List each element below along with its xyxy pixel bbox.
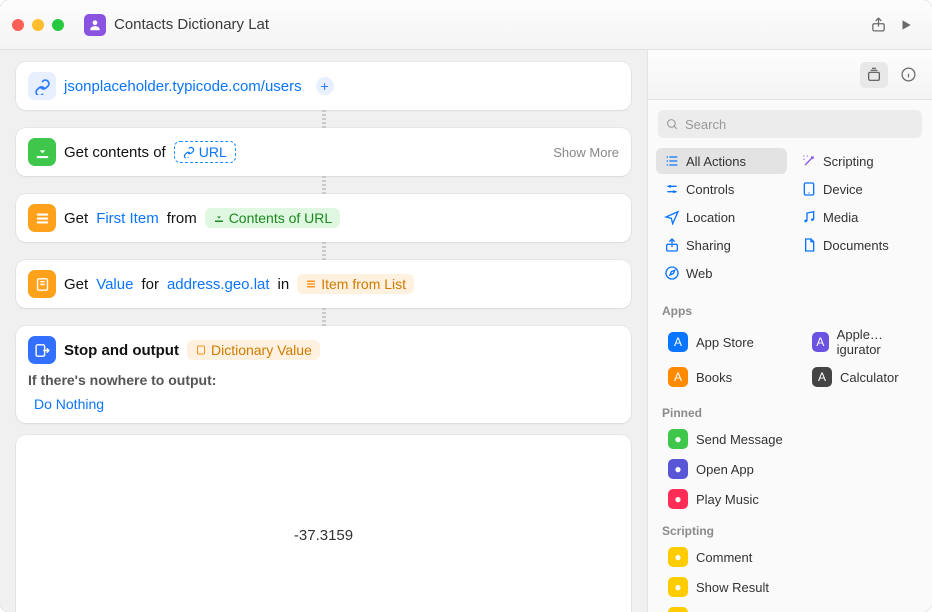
sidebar-toolbar [648, 50, 932, 100]
for-label: for [141, 276, 159, 293]
fallback-label: If there's nowhere to output: [28, 372, 619, 388]
category-documents[interactable]: Documents [793, 232, 924, 258]
app-books[interactable]: ABooks [654, 362, 782, 392]
app-icon: A [812, 332, 829, 352]
sliders-icon [664, 181, 680, 197]
action-icon: ● [668, 607, 688, 612]
get-contents-label: Get contents of [64, 144, 166, 161]
get-item-action[interactable]: Get First Item from Contents of URL [16, 194, 631, 242]
scripting-header: Scripting [648, 514, 932, 542]
app-app-store[interactable]: AApp Store [654, 322, 782, 362]
window-title: Contacts Dictionary Lat [114, 16, 269, 33]
action-icon: ● [668, 429, 688, 449]
get-label: Get [64, 210, 88, 227]
note-icon [801, 209, 817, 225]
run-button[interactable] [892, 12, 920, 38]
info-button[interactable] [894, 62, 922, 88]
action-icon: ● [668, 489, 688, 509]
download-icon [28, 138, 56, 166]
value-label[interactable]: Value [96, 276, 133, 293]
output-icon [28, 336, 56, 364]
traffic-lights [12, 19, 64, 31]
category-device[interactable]: Device [793, 176, 924, 202]
action-play-music[interactable]: ●Play Music [654, 484, 926, 514]
app-apple-igurator[interactable]: AApple…igurator [798, 322, 926, 362]
app-icon: A [668, 367, 688, 387]
dictionary-icon [28, 270, 56, 298]
category-media[interactable]: Media [793, 204, 924, 230]
add-url-button[interactable]: + [316, 77, 334, 95]
output-result: -37.3159 [16, 435, 631, 612]
nav-icon [664, 209, 680, 225]
action-comment[interactable]: ●Comment [654, 542, 926, 572]
app-icon: A [668, 332, 688, 352]
category-web[interactable]: Web [656, 260, 787, 286]
action-icon: ● [668, 547, 688, 567]
maximize-button[interactable] [52, 19, 64, 31]
app-icon: A [812, 367, 832, 387]
action-show-result[interactable]: ●Show Result [654, 572, 926, 602]
titlebar: Contacts Dictionary Lat [0, 0, 932, 50]
safari-icon [664, 265, 680, 281]
url-value[interactable]: jsonplaceholder.typicode.com/users [64, 78, 302, 95]
category-grid: All ActionsScriptingControlsDeviceLocati… [648, 144, 932, 294]
minimize-button[interactable] [32, 19, 44, 31]
action-show-alert[interactable]: ●Show Alert [654, 602, 926, 612]
action-icon: ● [668, 459, 688, 479]
category-controls[interactable]: Controls [656, 176, 787, 202]
window: Contacts Dictionary Lat jsonplaceholder.… [0, 0, 932, 612]
stop-output-action[interactable]: Stop and output Dictionary Value If ther… [16, 326, 631, 423]
output-value: -37.3159 [294, 527, 353, 544]
app-calculator[interactable]: ACalculator [798, 362, 926, 392]
get-contents-action[interactable]: Get contents of URL Show More [16, 128, 631, 176]
url-pill[interactable]: URL [174, 141, 236, 163]
get-label2: Get [64, 276, 88, 293]
actions-sidebar: Search All ActionsScriptingControlsDevic… [647, 50, 932, 612]
list-icon [28, 204, 56, 232]
wand-icon [801, 153, 817, 169]
share-icon [664, 237, 680, 253]
action-send-message[interactable]: ●Send Message [654, 424, 926, 454]
pinned-header: Pinned [648, 396, 932, 424]
doc-icon [801, 237, 817, 253]
path-value[interactable]: address.geo.lat [167, 276, 270, 293]
action-icon: ● [668, 577, 688, 597]
get-dictionary-value-action[interactable]: Get Value for address.geo.lat in Item fr… [16, 260, 631, 308]
shortcut-app-icon [84, 14, 106, 36]
device-icon [801, 181, 817, 197]
category-scripting[interactable]: Scripting [793, 148, 924, 174]
list-icon [664, 153, 680, 169]
library-button[interactable] [860, 62, 888, 88]
from-label: from [167, 210, 197, 227]
first-item[interactable]: First Item [96, 210, 159, 227]
in-label: in [278, 276, 290, 293]
dictionary-value-pill[interactable]: Dictionary Value [187, 340, 320, 360]
search-field[interactable]: Search [658, 110, 922, 138]
share-button[interactable] [864, 12, 892, 38]
do-nothing-option[interactable]: Do Nothing [28, 393, 110, 415]
show-more-button[interactable]: Show More [553, 145, 619, 160]
link-icon [28, 72, 56, 100]
search-placeholder: Search [685, 117, 726, 132]
action-open-app[interactable]: ●Open App [654, 454, 926, 484]
category-all-actions[interactable]: All Actions [656, 148, 787, 174]
workflow-editor: jsonplaceholder.typicode.com/users + Get… [0, 50, 647, 612]
close-button[interactable] [12, 19, 24, 31]
url-action[interactable]: jsonplaceholder.typicode.com/users + [16, 62, 631, 110]
category-location[interactable]: Location [656, 204, 787, 230]
apps-header: Apps [648, 294, 932, 322]
stop-label: Stop and output [64, 342, 179, 359]
category-sharing[interactable]: Sharing [656, 232, 787, 258]
contents-of-url-pill[interactable]: Contents of URL [205, 208, 341, 228]
item-from-list-pill[interactable]: Item from List [297, 274, 414, 294]
